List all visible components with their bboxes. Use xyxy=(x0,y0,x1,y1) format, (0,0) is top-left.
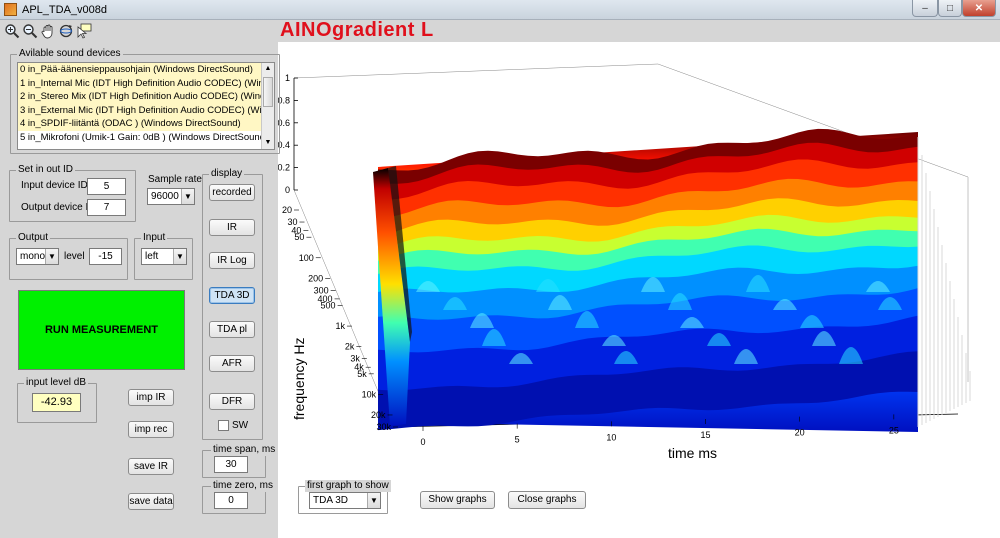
y-tick-label: 50 xyxy=(294,232,304,242)
save-data-button[interactable]: save data xyxy=(128,493,174,510)
y-tick-label: 200 xyxy=(308,273,323,283)
y-tick-label: 2k xyxy=(345,342,355,352)
minimize-button[interactable]: – xyxy=(912,0,938,17)
y-tick-label: 10k xyxy=(362,389,377,399)
input-device-id-label: Input device ID xyxy=(21,180,88,191)
sw-checkbox[interactable] xyxy=(218,420,229,431)
close-graphs-button[interactable]: Close graphs xyxy=(508,491,586,509)
display-tda-3d-button[interactable]: TDA 3D xyxy=(209,287,255,304)
show-graphs-button[interactable]: Show graphs xyxy=(420,491,495,509)
y-tick-label: 30k xyxy=(376,422,391,432)
run-measurement-button[interactable]: RUN MEASUREMENT xyxy=(18,290,185,370)
sample-rate-label: Sample rate xyxy=(148,174,202,185)
zoom-out-icon[interactable] xyxy=(22,23,38,39)
plot-title: AINOgradient L xyxy=(280,19,434,41)
chevron-down-icon: ▼ xyxy=(367,493,380,508)
device-item[interactable]: 2 in_Stereo Mix (IDT High Definition Aud… xyxy=(18,90,261,104)
imp-rec-button[interactable]: imp rec xyxy=(128,421,174,438)
display-panel-title: display xyxy=(209,168,245,180)
chevron-down-icon: ▼ xyxy=(173,249,186,264)
device-item[interactable]: 5 in_Mikrofoni (Umik-1 Gain: 0dB ) (Wind… xyxy=(18,131,261,145)
y-tick-label: 1k xyxy=(335,321,345,331)
y-tick-label: 5k xyxy=(357,369,367,379)
device-item[interactable]: 1 in_Internal Mic (IDT High Definition A… xyxy=(18,76,261,90)
x-tick-label: 20 xyxy=(795,428,805,438)
x-axis-label: time ms xyxy=(668,445,717,461)
display-ir-button[interactable]: IR xyxy=(209,219,255,236)
input-level-value: -42.93 xyxy=(32,393,81,412)
maximize-button[interactable]: □ xyxy=(938,0,962,17)
device-item[interactable]: 3 in_External Mic (IDT High Definition A… xyxy=(18,103,261,117)
chevron-down-icon: ▼ xyxy=(181,189,194,204)
y-tick-label: 20 xyxy=(282,205,292,215)
display-ir-log-button[interactable]: IR Log xyxy=(209,252,255,269)
display-recorded-button[interactable]: recorded xyxy=(209,184,255,201)
first-graph-value: TDA 3D xyxy=(313,495,349,506)
time-span-field[interactable]: 30 xyxy=(214,456,248,473)
scroll-up-icon[interactable]: ▲ xyxy=(263,64,273,74)
output-device-id-field[interactable]: 7 xyxy=(87,199,126,216)
save-ir-button[interactable]: save IR xyxy=(128,458,174,475)
sample-rate-select[interactable]: 96000 ▼ xyxy=(147,188,195,205)
rotate-3d-icon[interactable] xyxy=(58,23,74,39)
device-item[interactable]: 4 in_SPDIF-liitäntä (ODAC ) (Windows Dir… xyxy=(18,117,261,131)
x-tick-label: 25 xyxy=(889,425,899,435)
first-graph-label: first graph to show xyxy=(305,480,391,492)
y-tick-label: 20k xyxy=(371,410,386,420)
z-axis: 00.20.40.60.81 xyxy=(277,73,298,195)
y-tick-label: 500 xyxy=(321,301,336,311)
input-panel-title: Input xyxy=(141,232,168,244)
output-channel-value: mono xyxy=(20,251,46,262)
z-tick-label: 0.2 xyxy=(278,163,290,173)
output-panel-title: Output xyxy=(16,232,51,244)
device-item[interactable]: 0 in_Pää-äänensieppausohjain (Windows Di… xyxy=(18,63,261,77)
tda-3d-surface-chart[interactable]: 00.20.40.60.81 203040501002003004005001k… xyxy=(277,42,1000,538)
zoom-in-icon[interactable] xyxy=(4,23,20,39)
close-button[interactable]: ✕ xyxy=(962,0,996,17)
x-tick-label: 5 xyxy=(515,435,520,445)
display-tda-pl-button[interactable]: TDA pl xyxy=(209,321,255,338)
display-afr-button[interactable]: AFR xyxy=(209,355,255,372)
device-list-scrollbar[interactable]: ▲ ▼ xyxy=(261,63,274,149)
y-axis-label: frequency Hz xyxy=(291,338,307,420)
time-span-label: time span, ms xyxy=(211,444,278,456)
y-tick-label: 100 xyxy=(299,253,314,263)
input-channel-select[interactable]: left ▼ xyxy=(141,248,187,265)
matlab-app-icon xyxy=(4,3,17,16)
chevron-down-icon: ▼ xyxy=(45,249,58,264)
display-dfr-button[interactable]: DFR xyxy=(209,393,255,410)
window-title: APL_TDA_v008d xyxy=(22,4,107,16)
input-channel-value: left xyxy=(145,251,159,262)
output-level-label: level xyxy=(64,251,85,262)
time-zero-label: time zero, ms xyxy=(211,480,276,492)
device-list[interactable]: 0 in_Pää-äänensieppausohjain (Windows Di… xyxy=(17,62,275,150)
sample-rate-value: 96000 xyxy=(151,191,179,202)
x-tick-label: 15 xyxy=(700,430,710,440)
surface-plot xyxy=(373,128,971,432)
x-tick-label: 10 xyxy=(606,432,616,442)
input-level-title: input level dB xyxy=(24,377,89,389)
devices-panel-title: Avilable sound devices xyxy=(17,48,123,60)
plot-area[interactable]: 0 0.2 0.4 0.6 0.8 1 20 30 40 50 100 200 300 400 500 1k… xyxy=(277,42,1000,538)
x-tick-label: 0 xyxy=(420,437,425,447)
input-device-id-field[interactable]: 5 xyxy=(87,178,126,195)
title-bar: APL_TDA_v008d – □ ✕ xyxy=(0,0,1000,20)
time-zero-field[interactable]: 0 xyxy=(214,492,248,509)
imp-ir-button[interactable]: imp IR xyxy=(128,389,174,406)
figure-toolbar xyxy=(0,20,1000,42)
io-id-panel-title: Set in out ID xyxy=(16,164,76,176)
pan-hand-icon[interactable] xyxy=(40,23,56,39)
z-tick-label: 0 xyxy=(285,185,290,195)
output-level-field[interactable]: -15 xyxy=(89,248,122,265)
data-cursor-icon[interactable] xyxy=(76,23,92,39)
sw-label: SW xyxy=(232,420,249,431)
output-channel-select[interactable]: mono ▼ xyxy=(16,248,59,265)
scroll-down-icon[interactable]: ▼ xyxy=(263,138,273,148)
first-graph-select[interactable]: TDA 3D ▼ xyxy=(309,492,381,509)
application-window: APL_TDA_v008d – □ ✕ 0 0.2 0.4 0.6 0.8 1 … xyxy=(0,0,1000,538)
z-tick-label: 1 xyxy=(285,73,290,83)
scroll-thumb[interactable] xyxy=(263,77,273,107)
output-device-id-label: Output device ID xyxy=(21,202,96,213)
